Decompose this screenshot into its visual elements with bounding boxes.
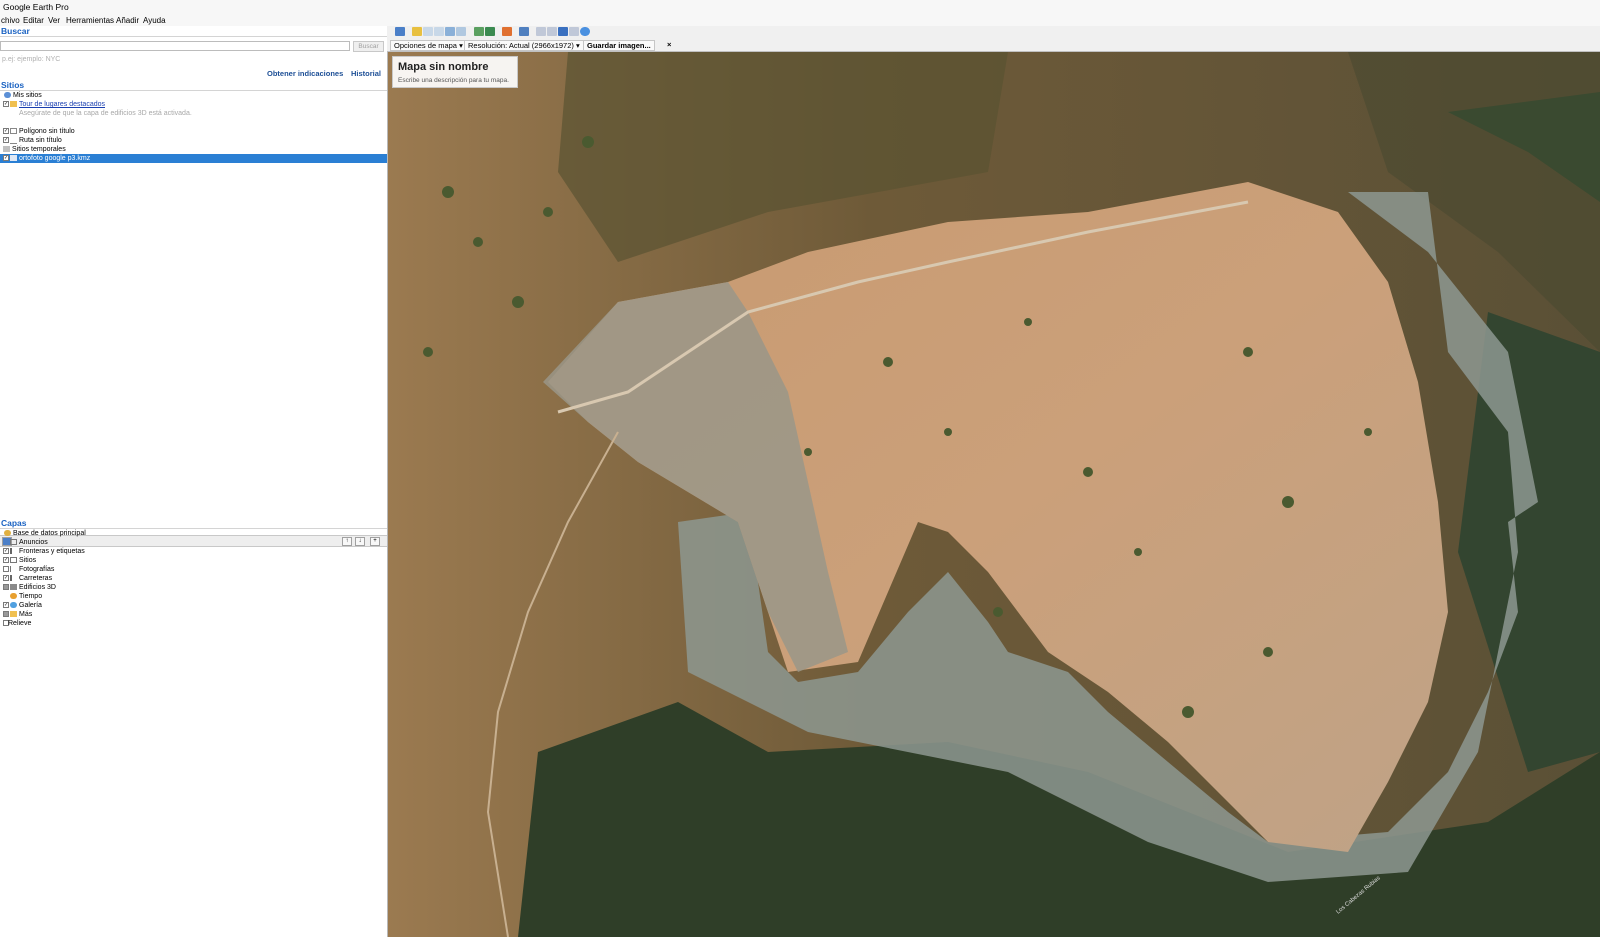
directions-link[interactable]: Obtener indicaciones (267, 69, 343, 78)
email-icon[interactable] (536, 27, 546, 36)
menu-add[interactable]: Añadir (116, 16, 139, 25)
folder-icon (10, 611, 17, 617)
layer-item-ads[interactable]: Anuncios (0, 538, 387, 547)
kmz-icon (10, 155, 17, 161)
menu-file[interactable]: chivo (1, 16, 20, 25)
search-button[interactable]: Buscar (353, 41, 384, 52)
tree-item-temporary-places[interactable]: Sitios temporales (0, 145, 387, 154)
star-icon (10, 602, 17, 608)
tree-item-polygon[interactable]: ✓ Polígono sin título (0, 127, 387, 136)
tree-item-tour[interactable]: ✓ Tour de lugares destacados (0, 100, 387, 109)
map-description[interactable]: Escribe una descripción para tu mapa. (398, 77, 509, 84)
path-tool-icon[interactable] (434, 27, 444, 36)
overlay-icon[interactable] (445, 27, 455, 36)
layer-item-borders[interactable]: ✓ Fronteras y etiquetas (0, 547, 387, 556)
tree-item-path[interactable]: ✓ Ruta sin título (0, 136, 387, 145)
polygon-tool-icon[interactable] (423, 27, 433, 36)
print-icon[interactable] (547, 27, 557, 36)
sidebar-icon[interactable] (395, 27, 405, 36)
checkbox[interactable] (3, 566, 9, 572)
checkbox[interactable] (3, 611, 9, 617)
side-panel: Buscar Buscar p.ej: ejemplo: NYC Obtener… (0, 26, 388, 937)
map-view[interactable]: Los Cabezas Rubias Mapa sin nombre Escri… (388, 52, 1600, 937)
ads-icon (10, 539, 17, 545)
history-icon[interactable] (474, 27, 484, 36)
road-icon (10, 575, 19, 581)
globe-icon (4, 530, 11, 536)
folder-icon (4, 92, 11, 98)
save-image-button[interactable]: Guardar imagen... (583, 40, 655, 51)
tree-item-note: Asegúrate de que la capa de edificios 3D… (19, 110, 192, 117)
layer-item-terrain[interactable]: Relieve (0, 619, 387, 628)
layer-item-roads[interactable]: ✓ Carreteras (0, 574, 387, 583)
places-section-title[interactable]: Sitios (0, 80, 387, 91)
layers-section-title[interactable]: Capas (0, 518, 387, 529)
camera-icon (10, 566, 18, 572)
checkbox[interactable]: ✓ (3, 137, 9, 143)
places-icon (10, 557, 17, 563)
folder-icon (3, 146, 10, 152)
checkbox[interactable]: ✓ (3, 128, 9, 134)
satellite-imagery: Los Cabezas Rubias (388, 52, 1600, 937)
history-link[interactable]: Historial (351, 69, 381, 78)
menu-bar: chivo Editar Ver Herramientas Añadir Ayu… (0, 15, 1600, 26)
main-toolbar (387, 26, 1600, 38)
building-icon (10, 584, 17, 590)
menu-edit[interactable]: Editar (23, 16, 44, 25)
checkbox[interactable] (3, 584, 9, 590)
chevron-down-icon: ▾ (459, 41, 463, 50)
earth-icon[interactable] (580, 27, 590, 36)
tour-icon[interactable] (456, 27, 466, 36)
chevron-down-icon: ▾ (576, 41, 580, 50)
checkbox[interactable]: ✓ (3, 101, 9, 107)
layer-item-photos[interactable]: Fotografías (0, 565, 387, 574)
close-button[interactable]: × (664, 40, 674, 49)
sun-icon[interactable] (485, 27, 495, 36)
path-icon (10, 137, 17, 144)
flag-icon (10, 548, 19, 554)
placemark-icon[interactable] (412, 27, 422, 36)
map-options-dropdown[interactable]: Opciones de mapa ▾ (390, 40, 467, 51)
maps-icon[interactable] (569, 27, 579, 36)
folder-icon (10, 101, 17, 107)
resolution-label: Resolución: Actual (2966x1972) (468, 41, 574, 50)
planet-icon[interactable] (502, 27, 512, 36)
window-title: Google Earth Pro (3, 2, 69, 12)
menu-tools[interactable]: Herramientas (66, 16, 114, 25)
title-bar: Google Earth Pro (0, 0, 1600, 15)
checkbox[interactable]: ✓ (3, 155, 9, 161)
layer-item-weather[interactable]: Tiempo (0, 592, 387, 601)
menu-view[interactable]: Ver (48, 16, 60, 25)
layer-item-gallery[interactable]: ✓ Galería (0, 601, 387, 610)
layer-item-database[interactable]: Base de datos principal (0, 529, 387, 538)
map-options-label: Opciones de mapa (394, 41, 457, 50)
checkbox[interactable]: ✓ (3, 548, 9, 554)
polygon-icon (10, 128, 17, 134)
save-image-options-bar: Opciones de mapa ▾ Resolución: Actual (2… (387, 38, 1600, 52)
checkbox[interactable]: ✓ (3, 602, 9, 608)
save-image-icon[interactable] (558, 27, 568, 36)
layer-item-places[interactable]: ✓ Sitios (0, 556, 387, 565)
layer-item-3d-buildings[interactable]: Edificios 3D (0, 583, 387, 592)
layer-item-more[interactable]: Más (0, 610, 387, 619)
map-info-box[interactable]: Mapa sin nombre Escribe una descripción … (392, 56, 518, 88)
checkbox[interactable]: ✓ (3, 575, 9, 581)
weather-icon (10, 593, 17, 599)
map-title[interactable]: Mapa sin nombre (398, 61, 488, 73)
tree-item-ortofoto[interactable]: ✓ ortofoto google p3.kmz (0, 154, 387, 163)
menu-help[interactable]: Ayuda (143, 16, 166, 25)
tree-item-my-places[interactable]: Mis sitios (0, 91, 387, 100)
resolution-dropdown[interactable]: Resolución: Actual (2966x1972) ▾ (464, 40, 584, 51)
ruler-icon[interactable] (519, 27, 529, 36)
search-section-title[interactable]: Buscar (0, 26, 387, 37)
checkbox[interactable]: ✓ (3, 557, 9, 563)
search-input[interactable] (0, 41, 350, 51)
search-hint: p.ej: ejemplo: NYC (2, 56, 61, 63)
